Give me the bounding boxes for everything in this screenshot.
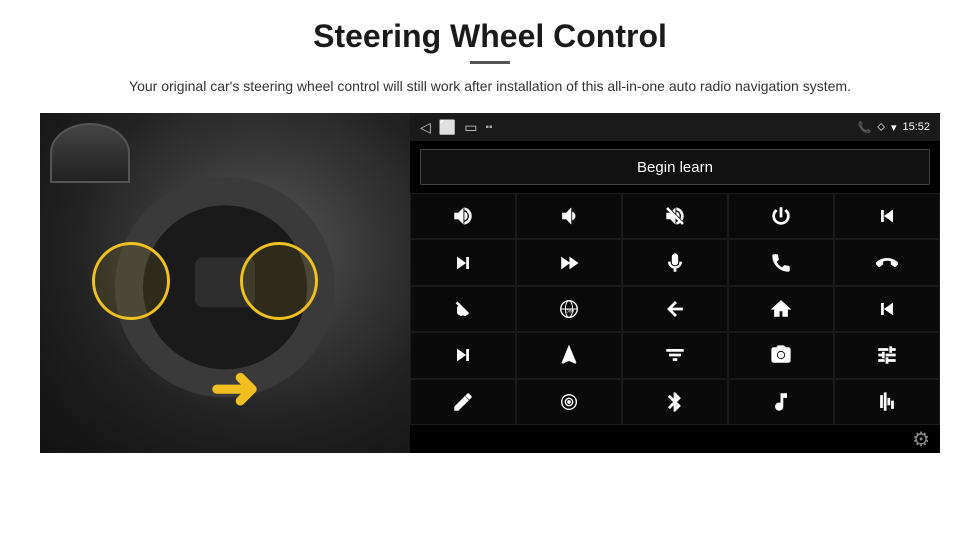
mute-button[interactable] xyxy=(622,193,728,239)
music-icon xyxy=(770,391,792,413)
home-icon xyxy=(770,298,792,320)
sw-background: ➜ xyxy=(40,113,410,453)
bluetooth-icon xyxy=(664,391,686,413)
navigation-icon xyxy=(558,344,580,366)
eq-bars-icon xyxy=(876,391,898,413)
skip-forward-button[interactable] xyxy=(410,332,516,378)
settings-gear-button[interactable]: ⚙ xyxy=(912,427,930,452)
svg-text:-: - xyxy=(573,215,575,222)
back-nav-button[interactable]: ◁ xyxy=(420,119,431,136)
eq-bars-button[interactable] xyxy=(834,379,940,425)
svg-text:+: + xyxy=(467,210,470,216)
radio-button[interactable] xyxy=(516,379,622,425)
radio-icon xyxy=(558,391,580,413)
home-nav-button[interactable]: ⬜ xyxy=(439,119,456,136)
pen-button[interactable] xyxy=(410,379,516,425)
volume-up-icon: + xyxy=(452,205,474,227)
mute-car-icon xyxy=(452,298,474,320)
power-icon xyxy=(770,205,792,227)
volume-down-icon: - xyxy=(558,205,580,227)
sliders-button[interactable] xyxy=(834,332,940,378)
mute-icon xyxy=(664,205,686,227)
yellow-arrow-icon: ➜ xyxy=(210,353,260,423)
power-button[interactable] xyxy=(728,193,834,239)
settings-area: ⚙ xyxy=(410,425,940,453)
navigation-button[interactable] xyxy=(516,332,622,378)
page-subtitle: Your original car's steering wheel contr… xyxy=(129,76,851,97)
music-button[interactable] xyxy=(728,379,834,425)
mute-car-button[interactable] xyxy=(410,286,516,332)
status-bar: ◁ ⬜ ▭ ▪▪ 📞 ⬦ ▾ 15:52 xyxy=(410,113,940,141)
phone-status-icon: 📞 xyxy=(858,121,872,134)
hang-up-button[interactable] xyxy=(834,239,940,285)
page-title: Steering Wheel Control xyxy=(313,18,667,55)
begin-learn-row: Begin learn xyxy=(410,141,940,193)
signal-indicator: ▪▪ xyxy=(485,122,492,133)
rewind-icon xyxy=(876,298,898,320)
microphone-button[interactable] xyxy=(622,239,728,285)
status-bar-left: ◁ ⬜ ▭ ▪▪ xyxy=(420,119,493,136)
back-button[interactable] xyxy=(622,286,728,332)
prev-track-icon xyxy=(876,205,898,227)
pen-icon xyxy=(452,391,474,413)
next-track-icon xyxy=(452,252,474,274)
right-button-group-highlight xyxy=(240,242,318,320)
control-icon-grid: + - xyxy=(410,193,940,425)
view-360-button[interactable]: 360 xyxy=(516,286,622,332)
home-button[interactable] xyxy=(728,286,834,332)
hang-up-icon xyxy=(876,252,898,274)
speedometer-gauge xyxy=(50,123,130,183)
view-360-icon: 360 xyxy=(558,298,580,320)
equalizer-button[interactable] xyxy=(622,332,728,378)
equalizer-icon xyxy=(664,344,686,366)
title-underline xyxy=(470,61,510,64)
next-track-button[interactable] xyxy=(410,239,516,285)
camera-icon xyxy=(770,344,792,366)
prev-track-button[interactable] xyxy=(834,193,940,239)
android-panel: ◁ ⬜ ▭ ▪▪ 📞 ⬦ ▾ 15:52 Begin learn xyxy=(410,113,940,453)
phone-call-button[interactable] xyxy=(728,239,834,285)
volume-down-button[interactable]: - xyxy=(516,193,622,239)
bluetooth-button[interactable] xyxy=(622,379,728,425)
page: Steering Wheel Control Your original car… xyxy=(0,0,980,544)
left-button-group-highlight xyxy=(92,242,170,320)
volume-up-button[interactable]: + xyxy=(410,193,516,239)
clock: 15:52 xyxy=(902,121,930,133)
content-row: ➜ ◁ ⬜ ▭ ▪▪ 📞 ⬦ ▾ 15:52 xyxy=(40,113,940,453)
back-arrow-icon xyxy=(664,298,686,320)
skip-forward-icon xyxy=(452,344,474,366)
begin-learn-button[interactable]: Begin learn xyxy=(420,149,930,185)
recents-nav-button[interactable]: ▭ xyxy=(464,119,477,136)
fast-forward-button[interactable] xyxy=(516,239,622,285)
location-icon: ⬦ xyxy=(877,121,885,134)
fast-forward-icon xyxy=(558,252,580,274)
sliders-icon xyxy=(876,344,898,366)
microphone-icon xyxy=(664,252,686,274)
rewind-button[interactable] xyxy=(834,286,940,332)
steering-wheel-image: ➜ xyxy=(40,113,410,453)
phone-call-icon xyxy=(770,252,792,274)
svg-text:360: 360 xyxy=(566,309,574,314)
wifi-icon: ▾ xyxy=(891,121,897,134)
status-bar-right: 📞 ⬦ ▾ 15:52 xyxy=(858,121,930,134)
camera-button[interactable] xyxy=(728,332,834,378)
